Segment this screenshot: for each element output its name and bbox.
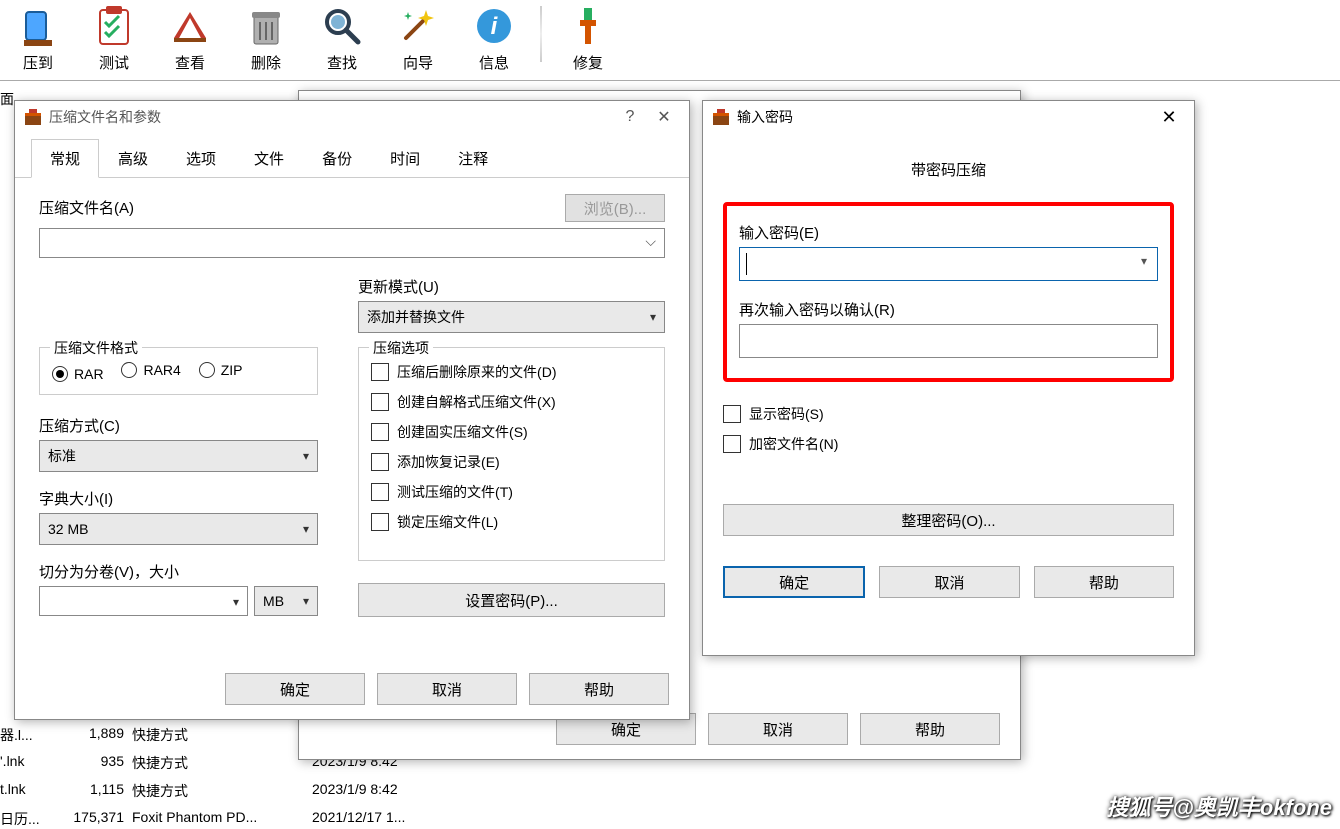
wizard-icon [394,2,442,50]
chk-test[interactable]: 测试压缩的文件(T) [371,482,652,502]
archive-dialog: 压缩文件名和参数 ? ✕ 常规 高级 选项 文件 备份 时间 注释 压缩文件名(… [14,100,690,720]
ok-button[interactable]: 确定 [225,673,365,705]
chk-lock[interactable]: 锁定压缩文件(L) [371,512,652,532]
tab-backup[interactable]: 备份 [303,139,371,178]
view-icon [166,2,214,50]
radio-rar4[interactable]: RAR4 [121,362,180,378]
toolbar-info[interactable]: i 信息 [456,2,532,73]
update-mode-label: 更新模式(U) [358,276,665,297]
chk-show-password[interactable]: 显示密码(S) [723,404,1174,424]
cancel-button[interactable]: 取消 [377,673,517,705]
confirm-password-input[interactable] [739,324,1158,358]
subtitle: 带密码压缩 [723,159,1174,180]
toolbar-find[interactable]: 查找 [304,2,380,73]
test-icon [90,2,138,50]
repair-icon [564,2,612,50]
split-size-input[interactable] [39,586,248,616]
watermark: 搜狐号@奥凯丰okfone [1106,790,1332,822]
winrar-icon [711,107,731,127]
enter-password-label: 输入密码(E) [739,222,1158,243]
close-icon[interactable]: ✕ [647,107,681,127]
toolbar-label: 压到 [0,52,76,73]
tabs: 常规 高级 选项 文件 备份 时间 注释 [15,135,689,178]
method-select[interactable]: 标准 [39,440,318,472]
chk-sfx[interactable]: 创建自解格式压缩文件(X) [371,392,652,412]
radio-zip[interactable]: ZIP [199,362,243,378]
toolbar-repair[interactable]: 修复 [550,2,626,73]
toolbar-wizard[interactable]: 向导 [380,2,456,73]
password-dialog: 输入密码 ✕ 带密码压缩 输入密码(E) 再次输入密码以确认(R) 显示密码(S… [702,100,1195,656]
method-label: 压缩方式(C) [39,415,318,436]
chk-solid[interactable]: 创建固实压缩文件(S) [371,422,652,442]
toolbar-test[interactable]: 测试 [76,2,152,73]
toolbar-view[interactable]: 查看 [152,2,228,73]
cancel-button[interactable]: 取消 [708,713,848,745]
titlebar[interactable]: 压缩文件名和参数 ? ✕ [15,101,689,133]
update-mode-select[interactable]: 添加并替换文件 [358,301,665,333]
ok-button[interactable]: 确定 [723,566,865,598]
tab-files[interactable]: 文件 [235,139,303,178]
toolbar-label: 信息 [456,52,532,73]
toolbar-extract-to[interactable]: 压到 [0,2,76,73]
list-item[interactable]: '.lnk [0,753,24,769]
radio-rar[interactable]: RAR [52,366,104,382]
cancel-button[interactable]: 取消 [879,566,1019,598]
list-item[interactable]: t.lnk [0,781,26,797]
dialog-title: 压缩文件名和参数 [49,107,161,127]
browse-button[interactable]: 浏览(B)... [565,194,665,222]
help-button[interactable]: 帮助 [529,673,669,705]
confirm-password-label: 再次输入密码以确认(R) [739,299,1158,320]
chk-encrypt-names[interactable]: 加密文件名(N) [723,434,1174,454]
close-icon[interactable]: ✕ [1152,107,1186,128]
set-password-button[interactable]: 设置密码(P)... [358,583,665,617]
toolbar-separator [540,6,542,62]
toolbar-label: 测试 [76,52,152,73]
tab-comment[interactable]: 注释 [439,139,507,178]
help-button[interactable]: 帮助 [860,713,1000,745]
list-item[interactable]: 面 [0,89,14,109]
toolbar-label: 删除 [228,52,304,73]
info-icon: i [470,2,518,50]
tab-options[interactable]: 选项 [167,139,235,178]
tab-advanced[interactable]: 高级 [99,139,167,178]
toolbar-label: 查找 [304,52,380,73]
trash-icon [242,2,290,50]
list-item[interactable]: 器.l... [0,725,33,745]
help-button[interactable]: 帮助 [1034,566,1174,598]
archive-name-input[interactable] [39,228,665,258]
tab-time[interactable]: 时间 [371,139,439,178]
highlight-box: 输入密码(E) 再次输入密码以确认(R) [723,202,1174,382]
titlebar[interactable]: 输入密码 ✕ [703,101,1194,133]
list-item: 175,371 Foxit Phantom PD... 2021/12/17 1… [42,809,405,825]
options-group: 压缩选项 压缩后删除原来的文件(D) 创建自解格式压缩文件(X) 创建固实压缩文… [358,347,665,561]
chk-delete-after[interactable]: 压缩后删除原来的文件(D) [371,362,652,382]
toolbar-label: 向导 [380,52,456,73]
dialog-title: 输入密码 [737,107,793,127]
winrar-icon [23,107,43,127]
split-label: 切分为分卷(V)，大小 [39,561,318,582]
dict-label: 字典大小(I) [39,488,318,509]
list-item[interactable]: 日历... [0,809,40,829]
split-unit-select[interactable]: MB [254,586,318,616]
help-icon[interactable]: ? [613,108,647,126]
list-item: 1,115 快捷方式 2023/1/9 8:42 [42,781,398,801]
tab-general[interactable]: 常规 [31,139,99,178]
find-icon [318,2,366,50]
password-input[interactable] [739,247,1158,281]
list-item[interactable]: 1,889 快捷方式 [42,725,312,745]
extract-to-icon [14,2,62,50]
toolbar-delete[interactable]: 删除 [228,2,304,73]
toolbar-label: 修复 [550,52,626,73]
dict-select[interactable]: 32 MB [39,513,318,545]
format-group: 压缩文件格式 RAR RAR4 ZIP [39,347,318,395]
organize-passwords-button[interactable]: 整理密码(O)... [723,504,1174,536]
main-toolbar: 压到 测试 查看 删除 查找 向导 i 信息 [0,0,1340,80]
archive-name-label: 压缩文件名(A) [39,197,557,218]
toolbar-label: 查看 [152,52,228,73]
chk-recovery[interactable]: 添加恢复记录(E) [371,452,652,472]
